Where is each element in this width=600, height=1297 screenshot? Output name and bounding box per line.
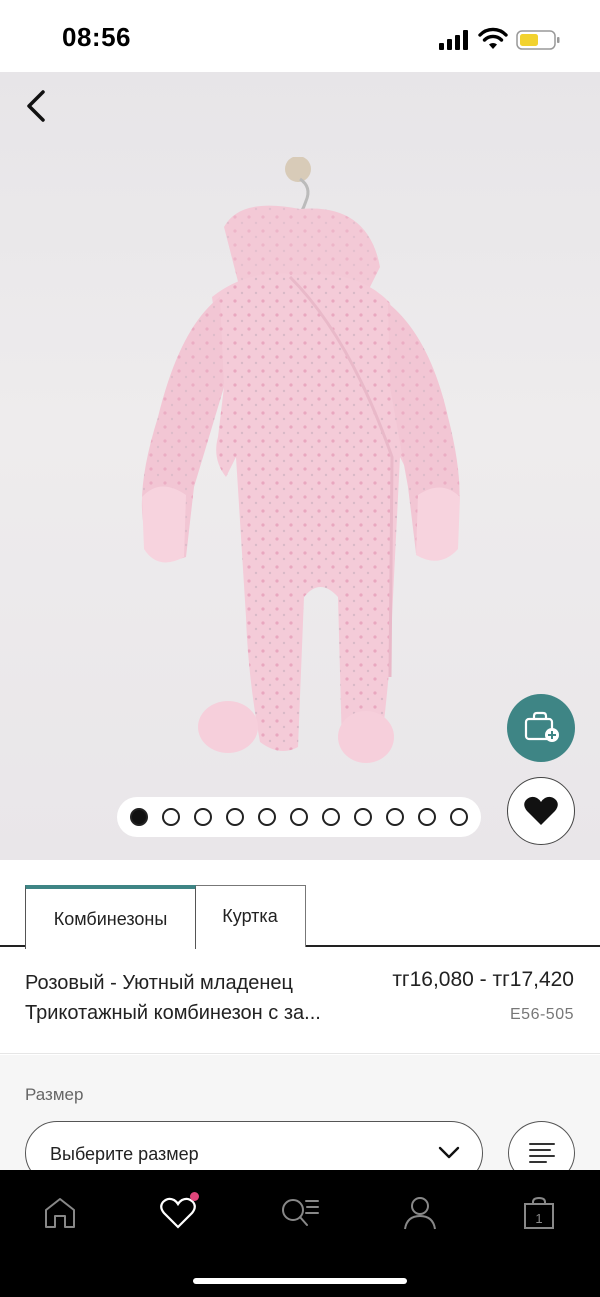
search-list-icon <box>282 1199 319 1226</box>
product-name-line1: Розовый - Уютный младенец <box>25 972 294 994</box>
nav-account[interactable] <box>390 1188 450 1238</box>
size-section: Размер Выберите размер <box>0 1055 600 1185</box>
gallery-dot[interactable] <box>130 808 148 826</box>
size-label: Размер <box>25 1085 84 1104</box>
product-name[interactable]: Розовый - Уютный младенец Трикотажный ко… <box>25 968 370 1028</box>
wifi-icon <box>478 27 508 49</box>
bag-count: 1 <box>535 1211 542 1226</box>
tab-kurtka[interactable]: Куртка <box>194 885 306 947</box>
bottom-nav: 1 <box>0 1170 600 1297</box>
gallery-dot[interactable] <box>322 808 340 826</box>
nav-home[interactable] <box>30 1188 90 1238</box>
gallery-dot[interactable] <box>226 808 244 826</box>
add-to-wallet-button[interactable] <box>507 694 575 762</box>
gallery-dot[interactable] <box>386 808 404 826</box>
list-lines-icon <box>528 1143 555 1163</box>
shopping-bag-icon: 1 <box>524 1196 554 1229</box>
gallery-dot[interactable] <box>418 808 436 826</box>
product-name-line2: Трикотажный комбинезон с за... <box>25 1002 321 1024</box>
tab-kombinezony[interactable]: Комбинезоны <box>25 885 196 949</box>
product-price: тг16,080 - тг17,420 <box>392 968 574 991</box>
nav-bag[interactable]: 1 <box>509 1188 569 1238</box>
user-icon <box>404 1197 436 1230</box>
gallery-dot[interactable] <box>162 808 180 826</box>
battery-icon <box>516 30 560 50</box>
favorite-button[interactable] <box>507 777 575 845</box>
gallery-dot[interactable] <box>354 808 372 826</box>
gallery-dot[interactable] <box>290 808 308 826</box>
product-image <box>141 157 460 763</box>
home-icon <box>45 1198 75 1228</box>
chevron-left-icon <box>27 90 45 122</box>
nav-search[interactable] <box>270 1188 330 1238</box>
chevron-down-icon <box>438 1146 460 1159</box>
heart-outline-icon <box>160 1197 196 1229</box>
favorites-badge <box>190 1192 199 1201</box>
home-indicator <box>193 1278 407 1284</box>
gallery-pagination <box>117 797 481 837</box>
back-button[interactable] <box>14 84 58 128</box>
status-bar: 08:56 <box>0 0 600 72</box>
gallery-dot[interactable] <box>258 808 276 826</box>
product-gallery[interactable] <box>0 72 600 860</box>
wallet-plus-icon <box>524 711 559 742</box>
status-time: 08:56 <box>62 22 131 52</box>
size-dropdown-value: Выберите размер <box>50 1144 199 1164</box>
gallery-dot[interactable] <box>450 808 468 826</box>
nav-favorites[interactable] <box>149 1188 209 1238</box>
gallery-dot[interactable] <box>194 808 212 826</box>
product-info: Розовый - Уютный младенец Трикотажный ко… <box>0 948 600 1054</box>
heart-filled-icon <box>524 796 558 825</box>
variant-tabs: Комбинезоны Куртка <box>0 860 600 949</box>
product-code: E56-505 <box>510 1006 574 1023</box>
signal-icon <box>439 30 468 50</box>
